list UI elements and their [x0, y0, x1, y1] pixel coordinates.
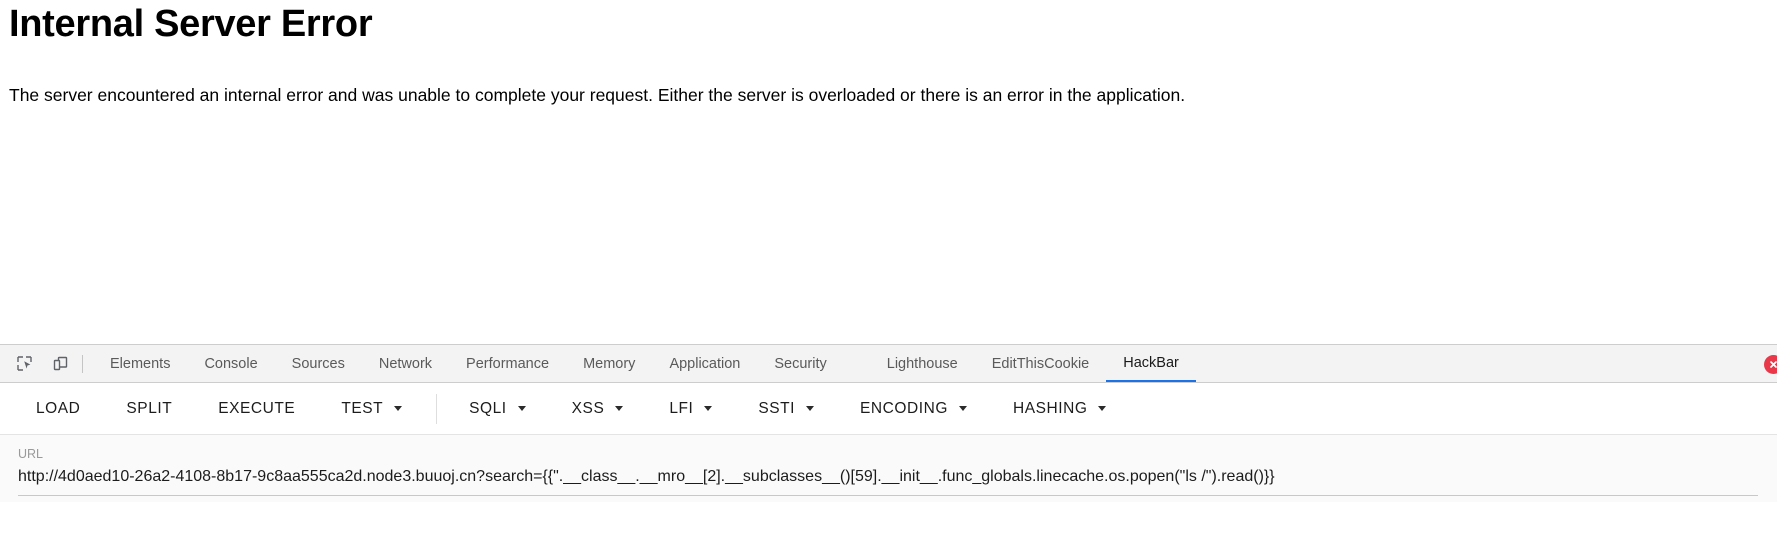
chevron-down-icon	[615, 406, 624, 411]
hackbar-encoding-menu[interactable]: ENCODING	[848, 392, 979, 426]
devtools-tabbar: Elements Console Sources Network Perform…	[0, 345, 1777, 383]
tab-label: Lighthouse	[886, 355, 958, 372]
tab-label: Sources	[291, 355, 345, 372]
tab-label: EditThisCookie	[991, 355, 1090, 372]
button-label: SPLIT	[126, 399, 173, 417]
url-input[interactable]	[18, 465, 1759, 489]
button-label: LFI	[669, 399, 694, 417]
browser-page-content: Internal Server Error The server encount…	[0, 0, 1777, 344]
inspect-element-icon[interactable]	[10, 350, 38, 378]
page-title: Internal Server Error	[9, 3, 373, 45]
chevron-down-icon	[806, 406, 815, 411]
devtools-bottom-area	[0, 502, 1777, 543]
tab-label: Security	[774, 355, 827, 372]
tab-label: Elements	[110, 355, 171, 372]
hackbar-xss-menu[interactable]: XSS	[560, 392, 636, 426]
tab-hackbar[interactable]: HackBar	[1106, 345, 1196, 382]
hackbar-execute-button[interactable]: EXECUTE	[206, 392, 307, 426]
chevron-down-icon	[704, 406, 713, 411]
tab-label: Performance	[466, 355, 550, 372]
hackbar-load-button[interactable]: LOAD	[24, 392, 92, 426]
tab-label: Network	[378, 355, 433, 372]
hackbar-url-section: URL	[0, 435, 1777, 502]
hackbar-hashing-menu[interactable]: HASHING	[1001, 392, 1118, 426]
hackbar-toolbar-divider	[436, 393, 438, 424]
chevron-down-icon	[394, 406, 403, 411]
button-label: TEST	[341, 399, 384, 417]
button-label: XSS	[571, 399, 605, 417]
error-count-badge[interactable]	[1764, 355, 1777, 374]
button-label: SSTI	[758, 399, 796, 417]
button-label: SQLI	[469, 399, 507, 417]
button-label: EXECUTE	[218, 399, 296, 417]
hackbar-sqli-menu[interactable]: SQLI	[457, 392, 538, 426]
devtools-tab-list: Elements Console Sources Network Perform…	[93, 345, 1196, 382]
tab-performance[interactable]: Performance	[449, 345, 566, 382]
button-label: HASHING	[1012, 399, 1088, 417]
tab-application[interactable]: Application	[652, 345, 757, 382]
device-toolbar-icon[interactable]	[46, 350, 74, 378]
tab-elements[interactable]: Elements	[93, 345, 187, 382]
devtools-panel: Elements Console Sources Network Perform…	[0, 344, 1777, 544]
tab-lighthouse[interactable]: Lighthouse	[870, 345, 975, 382]
toolbar-divider	[82, 354, 83, 373]
tab-label: HackBar	[1123, 354, 1179, 371]
chevron-down-icon	[958, 406, 967, 411]
hackbar-split-button[interactable]: SPLIT	[114, 392, 184, 426]
tab-sources[interactable]: Sources	[275, 345, 362, 382]
button-label: ENCODING	[860, 399, 948, 417]
chevron-down-icon	[517, 406, 526, 411]
tab-memory[interactable]: Memory	[566, 345, 652, 382]
tab-network[interactable]: Network	[362, 345, 449, 382]
hackbar-test-menu[interactable]: TEST	[329, 392, 414, 426]
chevron-down-icon	[1098, 406, 1107, 411]
tab-label: Memory	[583, 355, 636, 372]
hackbar-toolbar: LOAD SPLIT EXECUTE TEST SQLI XSS LFI SST…	[0, 383, 1777, 435]
tab-security[interactable]: Security	[757, 345, 843, 382]
button-label: LOAD	[36, 399, 81, 417]
hackbar-lfi-menu[interactable]: LFI	[657, 392, 724, 426]
tab-label: Console	[204, 355, 258, 372]
tab-editthiscookie[interactable]: EditThisCookie	[975, 345, 1107, 382]
url-field-label: URL	[18, 447, 44, 461]
error-description: The server encountered an internal error…	[9, 84, 1186, 105]
hackbar-ssti-menu[interactable]: SSTI	[746, 392, 826, 426]
url-field-underline	[18, 495, 1758, 497]
tab-label: Application	[669, 355, 741, 372]
tab-console[interactable]: Console	[187, 345, 274, 382]
